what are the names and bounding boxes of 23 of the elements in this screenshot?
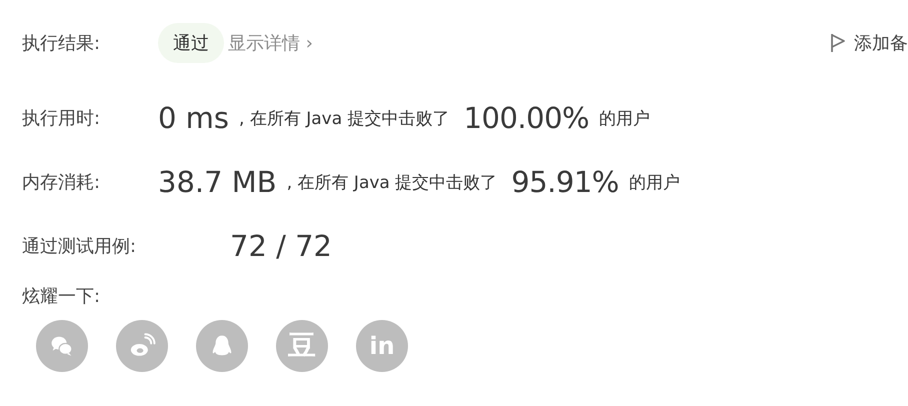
status-badge: 通过 [158, 23, 224, 63]
stat-value: 0 ms [158, 101, 230, 135]
qq-share-button[interactable] [196, 320, 248, 372]
stat-value: 38.7 MB [158, 165, 277, 199]
linkedin-share-button[interactable]: in [356, 320, 408, 372]
percent-value: 100.00% [464, 101, 590, 135]
weibo-share-button[interactable] [116, 320, 168, 372]
douban-share-button[interactable]: 豆 [276, 320, 328, 372]
row-label: 内存消耗: [22, 171, 102, 194]
cases-value: 72 / 72 [230, 229, 332, 263]
stat-suffix: 的用户 [599, 108, 650, 130]
row-label: 通过测试用例: [22, 235, 138, 258]
percent-value: 95.91% [511, 165, 619, 199]
show-details-link[interactable]: 显示详情 › [228, 31, 313, 55]
stat-text: , 在所有 Java 提交中击败了 [239, 108, 450, 130]
row-label: 执行用时: [22, 107, 102, 130]
stat-text: , 在所有 Java 提交中击败了 [286, 172, 498, 194]
flag-icon [830, 33, 846, 53]
row-label: 执行结果: [22, 32, 102, 55]
stat-suffix: 的用户 [628, 172, 680, 194]
wechat-share-button[interactable] [36, 320, 88, 372]
add-note-button[interactable]: 添加备 [830, 31, 908, 55]
share-label: 炫耀一下: [22, 285, 102, 308]
